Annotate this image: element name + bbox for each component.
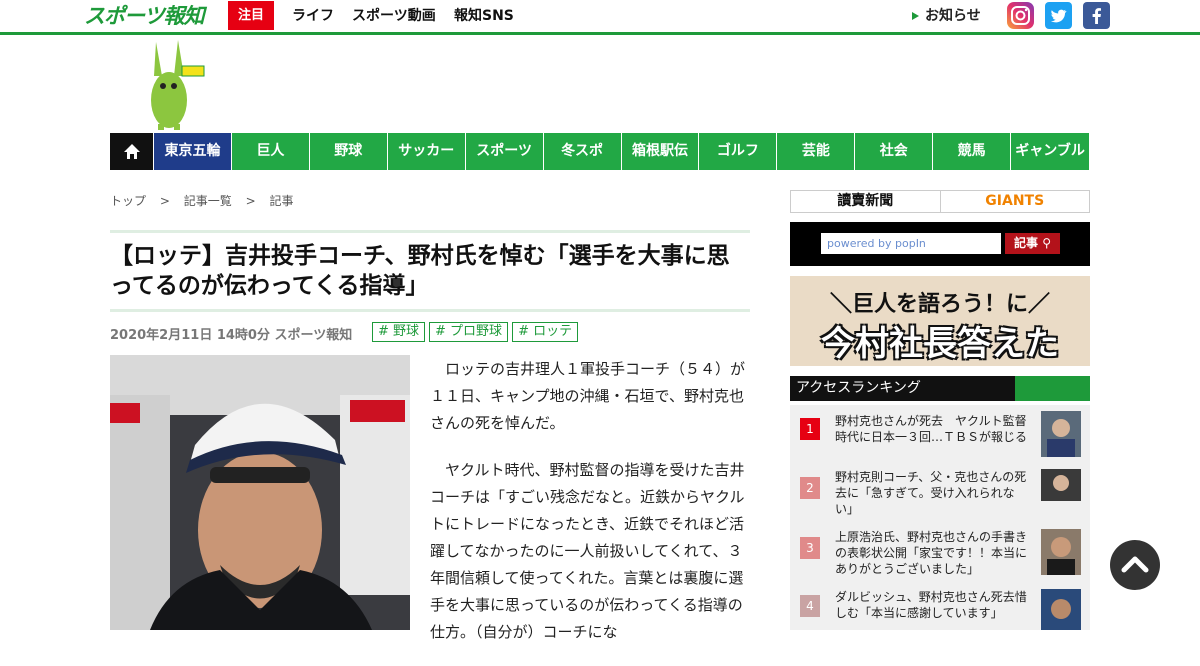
ranking-text: 野村克也さんが死去 ヤクルト監督時代に日本一３回…ＴＢＳが報じる [835,414,1028,444]
ranking-item[interactable]: 1 野村克也さんが死去 ヤクルト監督時代に日本一３回…ＴＢＳが報じる [790,405,1090,463]
home-icon[interactable] [110,133,154,170]
cat-tokyo-olympics[interactable]: 東京五輪 [154,133,232,170]
cat-horse-racing[interactable]: 競馬 [933,133,1012,170]
facebook-icon[interactable] [1083,2,1110,29]
search-button[interactable]: 記事 ⚲ [1005,233,1060,254]
nav-life[interactable]: ライフ [292,0,334,32]
cat-winter-sports[interactable]: 冬スポ [543,133,622,170]
tag-pro-baseball[interactable]: # プロ野球 [429,322,509,342]
search-icon: ⚲ [1042,236,1051,250]
promo-banner[interactable]: ＼巨人を語ろう！に／ 今村社長答えた [790,276,1090,366]
promo-line2: 今村社長答えた [821,324,1059,364]
triangle-icon [912,12,919,20]
breadcrumb-list[interactable]: 記事一覧 [184,194,232,208]
article-title-box: 【ロッテ】吉井投手コーチ、野村氏を悼む「選手を大事に思ってるのが伝わってくる指導… [110,230,750,312]
ranking-item[interactable]: 4 ダルビッシュ、野村克也さん死去惜しむ「本当に感謝しています」 [790,589,1090,647]
cat-giants[interactable]: 巨人 [231,133,310,170]
rank-number: 2 [800,477,820,499]
ranking-accent [1015,376,1090,401]
rank-number: 4 [800,595,820,617]
ranking-item[interactable]: 3 上原浩治氏、野村克也さんの手書きの表彰状公開「家宝です！！本当にありがとうご… [790,527,1090,585]
search-input[interactable]: powered by popIn [821,233,1001,254]
cat-baseball[interactable]: 野球 [309,133,388,170]
hot-tag[interactable]: 注目 [228,1,274,30]
ranking-text: 野村克則コーチ、父・克也さんの死去に「急すぎて。受け入れられない」 [835,470,1027,516]
twitter-icon[interactable] [1045,2,1072,29]
breadcrumb: トップ > 記事一覧 > 記事 [110,192,303,209]
ranking-thumbnail [1041,469,1081,501]
chevron-up-icon [1121,556,1149,573]
cat-entertainment[interactable]: 芸能 [777,133,856,170]
article-photo [110,355,410,630]
ranking-title: アクセスランキング [796,380,921,396]
tag-lotte[interactable]: # ロッテ [512,322,579,342]
tag-baseball[interactable]: # 野球 [372,322,426,342]
tag-list: # 野球 # プロ野球 # ロッテ [372,322,579,342]
article-body: ロッテの吉井理人１軍投手コーチ（５４）が１１日、キャンプ地の沖縄・石垣で、野村克… [430,356,748,666]
ranking-text: ダルビッシュ、野村克也さん死去惜しむ「本当に感謝しています」 [835,590,1027,620]
site-logo[interactable]: スポーツ報知 [84,2,208,30]
notice-label: お知らせ [925,8,981,24]
breadcrumb-top[interactable]: トップ [110,194,146,208]
back-to-top-button[interactable] [1110,540,1160,590]
ranking-thumbnail [1041,529,1081,575]
yomiuri-giants-banner[interactable]: 讀賣新聞 GIANTS [790,190,1090,213]
cat-sports[interactable]: スポーツ [465,133,544,170]
ranking-thumbnail [1041,589,1081,630]
ranking-list: 1 野村克也さんが死去 ヤクルト監督時代に日本一３回…ＴＢＳが報じる 2 野村克… [790,405,1090,630]
article-paragraph: ヤクルト時代、野村監督の指導を受けた吉井コーチは「すごい残念だなと。近鉄からヤク… [430,461,745,641]
cat-soccer[interactable]: サッカー [387,133,466,170]
nav-sports-video[interactable]: スポーツ動画 [352,0,436,32]
breadcrumb-sep: > [159,194,170,208]
yomiuri-logo[interactable]: 讀賣新聞 [791,191,941,212]
cat-gamble[interactable]: ギャンブル [1011,133,1090,170]
top-bar: スポーツ報知 注目 ライフ スポーツ動画 報知SNS お知らせ [0,0,1200,35]
article-title: 【ロッテ】吉井投手コーチ、野村氏を悼む「選手を大事に思ってるのが伝わってくる指導… [110,243,730,299]
search-box: powered by popIn 記事 ⚲ [790,222,1090,266]
notice-link[interactable]: お知らせ [912,0,981,32]
nav-sns[interactable]: 報知SNS [454,0,514,32]
breadcrumb-sep: > [245,194,256,208]
category-nav: 東京五輪 巨人 野球 サッカー スポーツ 冬スポ 箱根駅伝 ゴルフ 芸能 社会 … [110,133,1090,170]
cat-hakone-ekiden[interactable]: 箱根駅伝 [621,133,700,170]
ranking-thumbnail [1041,411,1081,457]
promo-line1: ＼巨人を語ろう！に／ [829,292,1050,317]
mascot-image [140,38,210,130]
ranking-text: 上原浩治氏、野村克也さんの手書きの表彰状公開「家宝です！！本当にありがとうござい… [835,530,1028,576]
ranking-item[interactable]: 2 野村克則コーチ、父・克也さんの死去に「急すぎて。受け入れられない」 [790,465,1090,523]
cat-society[interactable]: 社会 [855,133,934,170]
search-button-label: 記事 [1014,236,1039,250]
instagram-icon[interactable] [1007,2,1034,29]
article-meta: 2020年2月11日 14時0分 スポーツ報知 [110,328,353,343]
cat-golf[interactable]: ゴルフ [699,133,778,170]
ranking-header: アクセスランキング [790,376,1090,401]
breadcrumb-current: 記事 [269,194,294,208]
article-paragraph: ロッテの吉井理人１軍投手コーチ（５４）が１１日、キャンプ地の沖縄・石垣で、野村克… [430,360,746,432]
rank-number: 3 [800,537,820,559]
giants-logo[interactable]: GIANTS [941,191,1090,212]
rank-number: 1 [800,418,820,440]
